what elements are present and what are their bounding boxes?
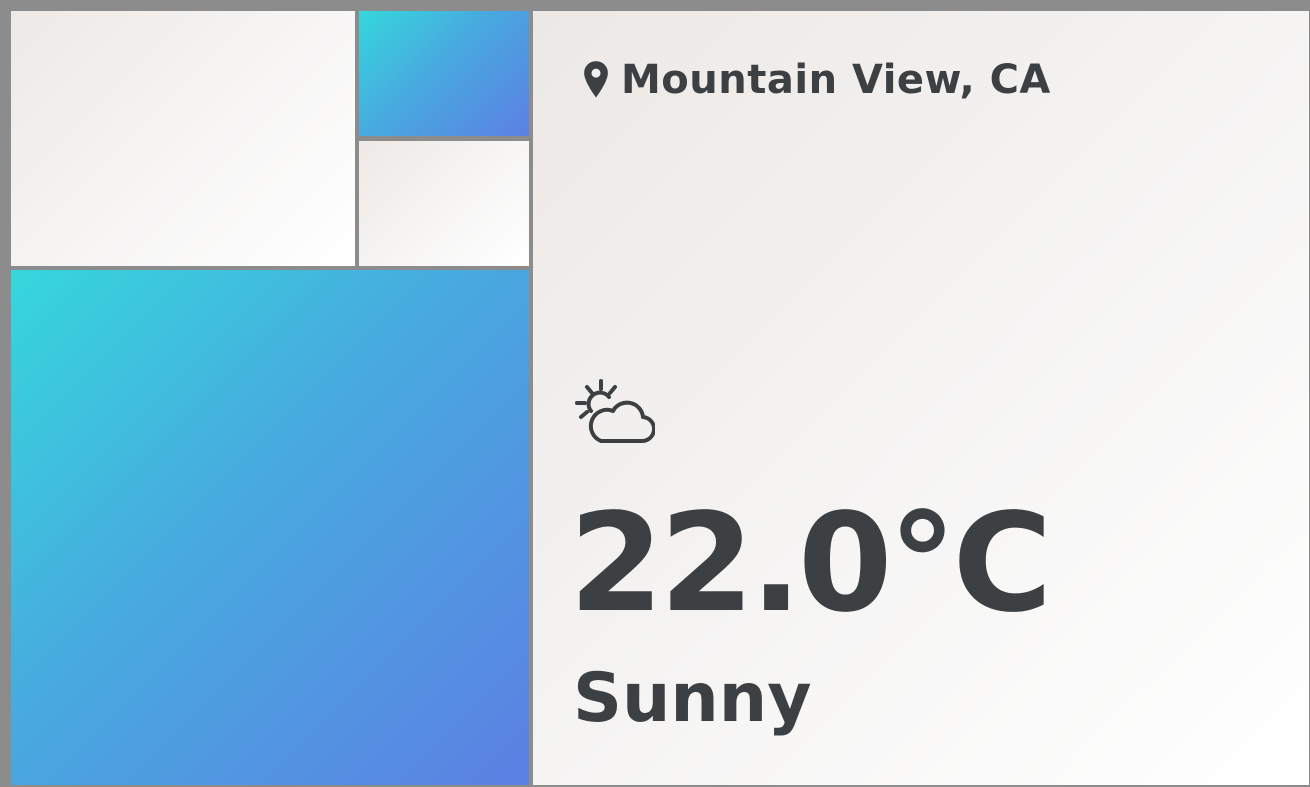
location-header: Mountain View, CA [581,57,1051,103]
location-name: Mountain View, CA [621,57,1051,103]
map-pin-icon [584,61,608,98]
decorative-tile-large-blue [11,270,529,785]
weather-tile-grid: Mountain View, CA 22.0°C Sunny [0,0,1310,787]
decorative-tile-top-left [11,11,355,266]
temperature-value: 22.0°C [569,485,1052,643]
weather-condition: Sunny [573,659,812,738]
decorative-tile-small-blue [359,11,529,136]
partly-cloudy-icon [575,379,655,444]
decorative-tile-small-light [359,141,529,266]
weather-card: Mountain View, CA 22.0°C Sunny [533,11,1309,785]
